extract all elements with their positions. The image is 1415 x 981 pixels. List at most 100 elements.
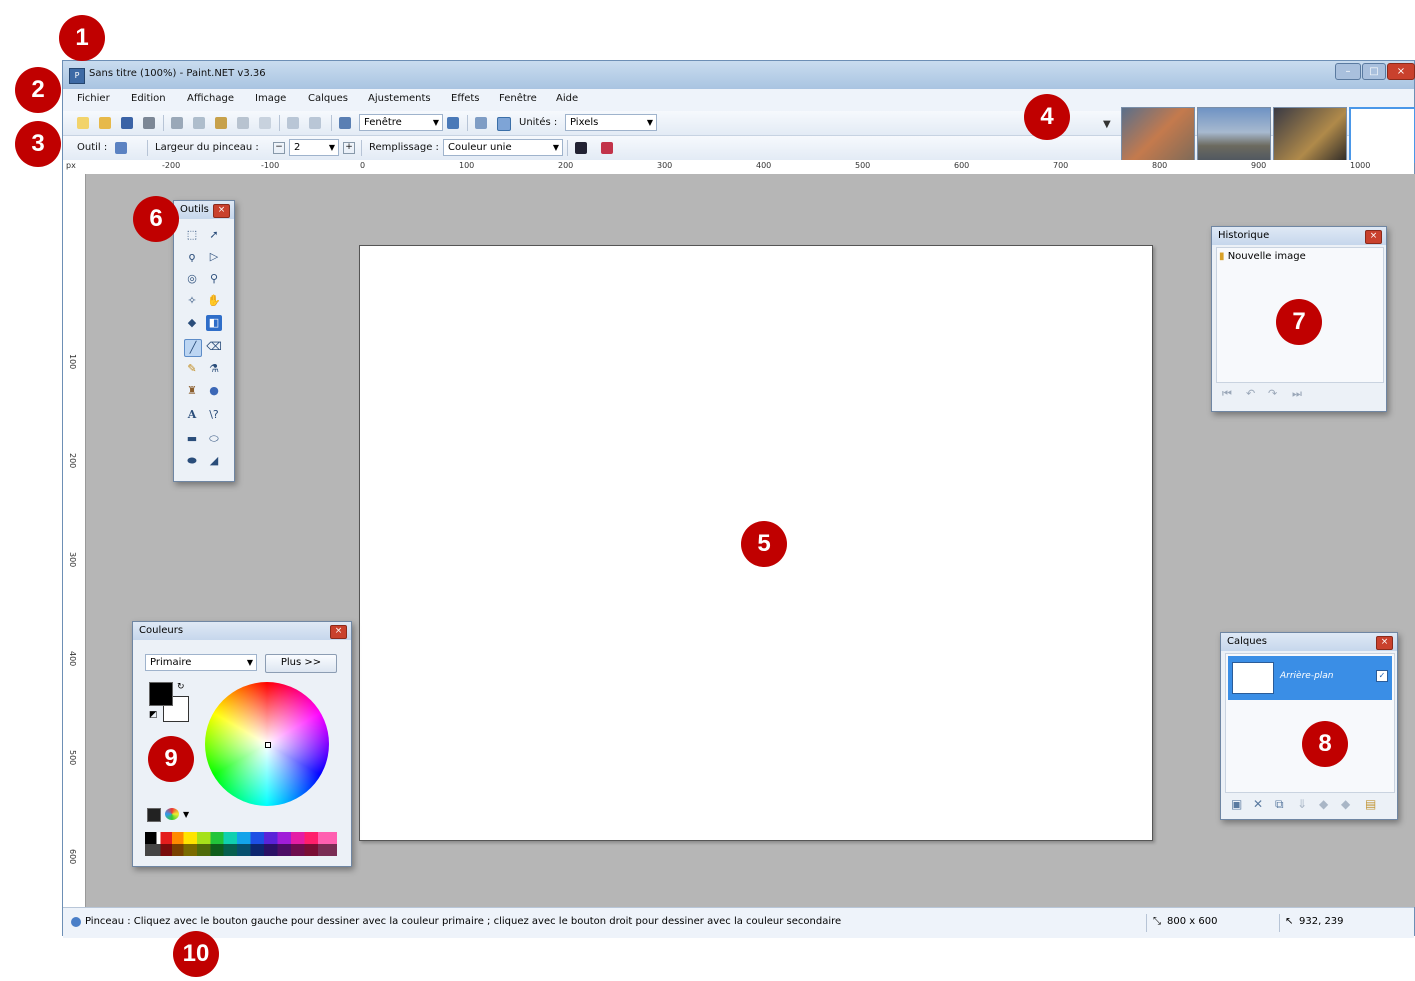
close-window-button[interactable]: × — [1387, 63, 1415, 80]
save-icon[interactable] — [121, 117, 133, 129]
freeform-shape-tool-icon[interactable]: ◢ — [206, 453, 222, 469]
ellipse-tool-icon[interactable]: ⬬ — [184, 453, 200, 469]
text-tool-icon[interactable]: A — [184, 407, 200, 423]
menu-affichage[interactable]: Affichage — [187, 93, 234, 104]
gradient-tool-icon[interactable]: ◧ — [206, 315, 222, 331]
image-thumbnail[interactable] — [1121, 107, 1195, 163]
status-separator — [1146, 914, 1147, 932]
deselect-icon[interactable] — [259, 117, 271, 129]
layer-properties-icon[interactable]: ▤ — [1365, 797, 1376, 811]
ellipse-select-tool-icon[interactable]: ◎ — [184, 271, 200, 287]
rounded-rectangle-tool-icon[interactable]: ⬭ — [206, 431, 222, 447]
eraser-tool-icon[interactable]: ⌫ — [206, 339, 222, 355]
fill-dropdown[interactable]: Couleur unie ▼ — [443, 139, 563, 156]
menu-calques[interactable]: Calques — [308, 93, 348, 104]
increase-width-button[interactable]: + — [343, 142, 355, 154]
undo-icon[interactable]: ↶ — [1246, 387, 1255, 400]
ruler-tick: 0 — [360, 161, 366, 170]
brush-width-dropdown[interactable]: 2 ▼ — [289, 139, 339, 156]
color-picker-tool-icon[interactable]: ⚗ — [206, 361, 222, 377]
copy-icon[interactable] — [193, 117, 205, 129]
zoom-dropdown[interactable]: Fenêtre ▼ — [359, 114, 443, 131]
image-thumbnail[interactable] — [1273, 107, 1347, 163]
ruler-toggle-icon[interactable] — [497, 117, 511, 131]
primary-color-swatch[interactable] — [149, 682, 173, 706]
menu-fenetre[interactable]: Fenêtre — [499, 93, 537, 104]
add-layer-icon[interactable]: ▣ — [1231, 797, 1242, 811]
zoom-icon[interactable] — [339, 117, 351, 129]
close-icon[interactable]: × — [213, 204, 230, 218]
duplicate-layer-icon[interactable]: ⧉ — [1275, 797, 1284, 812]
recolor-tool-icon[interactable]: ● — [206, 383, 222, 399]
maximize-button[interactable]: □ — [1362, 63, 1386, 80]
zoom-in-icon[interactable] — [447, 117, 459, 129]
move-layer-up-icon[interactable]: ◆ — [1319, 797, 1328, 811]
title-bar[interactable]: P Sans titre (100%) - Paint.NET v3.36 – … — [63, 61, 1415, 89]
color-wheel[interactable] — [205, 682, 329, 806]
redo-icon[interactable] — [309, 117, 321, 129]
magic-wand-tool-icon[interactable]: ✧ — [184, 293, 200, 309]
lasso-tool-icon[interactable]: ϙ — [184, 249, 200, 265]
pan-tool-icon[interactable]: ✋ — [206, 293, 222, 309]
line-curve-tool-icon[interactable]: \? — [206, 407, 222, 423]
image-thumbnail-active[interactable] — [1349, 107, 1415, 163]
delete-layer-icon[interactable]: ✕ — [1253, 797, 1263, 811]
menu-image[interactable]: Image — [255, 93, 286, 104]
color-palette[interactable] — [145, 832, 337, 856]
brush-tool-icon[interactable] — [115, 142, 127, 154]
antialiasing-icon[interactable] — [575, 142, 587, 154]
units-dropdown[interactable]: Pixels ▼ — [565, 114, 657, 131]
clone-stamp-tool-icon[interactable]: ♜ — [184, 383, 200, 399]
app-icon[interactable]: P — [69, 68, 85, 84]
more-button[interactable]: Plus >> — [265, 654, 337, 673]
menu-fichier[interactable]: Fichier — [77, 93, 110, 104]
redo-icon[interactable]: ↷ — [1268, 387, 1277, 400]
menu-effets[interactable]: Effets — [451, 93, 480, 104]
decrease-width-button[interactable]: − — [273, 142, 285, 154]
crop-icon[interactable] — [237, 117, 249, 129]
grid-icon[interactable] — [475, 117, 487, 129]
history-last-icon[interactable]: ⏭ — [1292, 387, 1302, 401]
move-layer-down-icon[interactable]: ◆ — [1341, 797, 1350, 811]
menu-edition[interactable]: Edition — [131, 93, 166, 104]
layers-panel-title[interactable]: Calques — [1221, 633, 1397, 651]
close-icon[interactable]: × — [1365, 230, 1382, 244]
layer-row[interactable]: Arrière-plan ✓ — [1228, 656, 1392, 700]
menu-aide[interactable]: Aide — [556, 93, 578, 104]
close-icon[interactable]: × — [1376, 636, 1393, 650]
history-panel-title[interactable]: Historique — [1212, 227, 1386, 245]
swap-colors-icon[interactable]: ↻ — [177, 682, 185, 692]
zoom-tool-icon[interactable]: ⚲ — [206, 271, 222, 287]
cursor-position: 932, 239 — [1299, 916, 1344, 927]
print-icon[interactable] — [143, 117, 155, 129]
ruler-tick: 300 — [657, 161, 673, 170]
image-list-menu-icon[interactable]: ▼ — [1103, 119, 1111, 130]
menu-ajustements[interactable]: Ajustements — [368, 93, 431, 104]
blend-mode-icon[interactable] — [601, 142, 613, 154]
minimize-button[interactable]: – — [1335, 63, 1361, 80]
color-mode-dropdown[interactable]: Primaire ▼ — [145, 654, 257, 671]
history-item[interactable]: ▮ Nouvelle image — [1219, 251, 1306, 262]
image-thumbnail[interactable] — [1197, 107, 1271, 163]
paste-icon[interactable] — [215, 117, 227, 129]
layer-visibility-checkbox[interactable]: ✓ — [1376, 670, 1388, 682]
close-icon[interactable]: × — [330, 625, 347, 639]
paintbrush-tool-icon[interactable]: ╱ — [184, 339, 202, 357]
cut-icon[interactable] — [171, 117, 183, 129]
palette-menu-icon[interactable] — [165, 808, 179, 820]
rectangle-select-tool-icon[interactable]: ⬚ — [184, 227, 200, 243]
move-selection-tool-icon[interactable]: ➚ — [206, 227, 222, 243]
open-icon[interactable] — [99, 117, 111, 129]
reset-colors-icon[interactable]: ◩ — [149, 710, 158, 720]
merge-layer-icon[interactable]: ⇓ — [1297, 797, 1307, 811]
rectangle-tool-icon[interactable]: ▬ — [184, 431, 200, 447]
pencil-tool-icon[interactable]: ✎ — [184, 361, 200, 377]
colors-panel-title[interactable]: Couleurs — [133, 622, 351, 640]
undo-icon[interactable] — [287, 117, 299, 129]
new-icon[interactable] — [77, 117, 89, 129]
move-selected-tool-icon[interactable]: ▷ — [206, 249, 222, 265]
palette-icon[interactable] — [147, 808, 161, 822]
paint-bucket-tool-icon[interactable]: ◆ — [184, 315, 200, 331]
history-first-icon[interactable]: ⏮ — [1222, 387, 1232, 401]
chevron-down-icon[interactable]: ▼ — [183, 810, 189, 819]
